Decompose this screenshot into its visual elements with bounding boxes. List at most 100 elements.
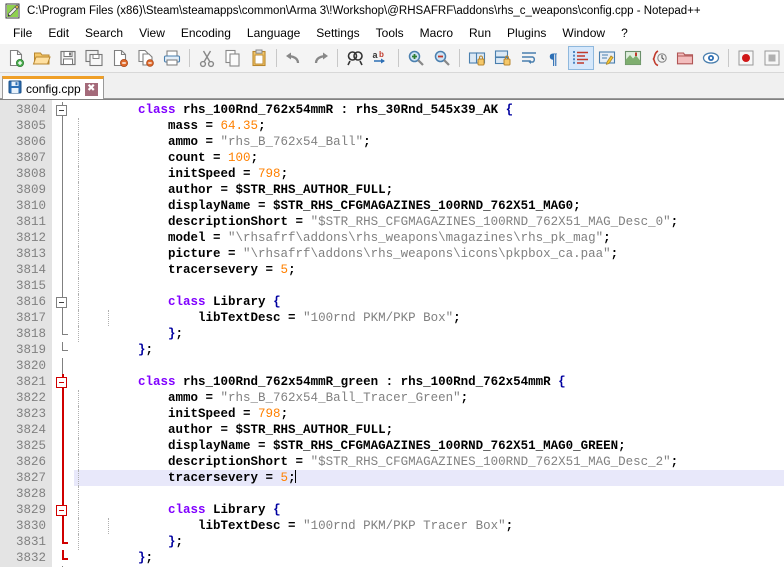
redo-button[interactable] [307,46,333,70]
menu-item-macro[interactable]: Macro [412,24,461,42]
fold-marker[interactable] [52,278,74,294]
code-line[interactable]: mass = 64.35; [74,118,784,134]
fold-marker[interactable] [52,102,74,118]
code-line[interactable] [74,358,784,374]
word-wrap-button[interactable] [516,46,542,70]
code-line[interactable]: }; [74,550,784,566]
code-line[interactable]: author = $STR_RHS_AUTHOR_FULL; [74,182,784,198]
menu-item-language[interactable]: Language [239,24,308,42]
close-document-button[interactable] [107,46,133,70]
open-file-button[interactable] [29,46,55,70]
menu-item-file[interactable]: File [5,24,40,42]
fold-marker[interactable] [52,390,74,406]
fold-collapse-box[interactable] [56,505,67,516]
fold-marker[interactable] [52,198,74,214]
monitoring-button[interactable] [698,46,724,70]
menu-item-[interactable]: ? [613,24,636,42]
code-line[interactable]: libTextDesc = "100rnd PKM/PKP Box"; [74,310,784,326]
fold-marker[interactable] [52,550,74,566]
print-button[interactable] [159,46,185,70]
fold-marker[interactable] [52,310,74,326]
fold-marker[interactable] [52,246,74,262]
code-line[interactable]: class rhs_100Rnd_762x54mmR_green : rhs_1… [74,374,784,390]
fold-marker[interactable] [52,230,74,246]
fold-marker[interactable] [52,294,74,310]
menu-item-encoding[interactable]: Encoding [173,24,239,42]
fold-marker[interactable] [52,534,74,550]
undo-button[interactable] [281,46,307,70]
code-line[interactable] [74,278,784,294]
new-file-button[interactable] [3,46,29,70]
code-line[interactable]: }; [74,342,784,358]
code-line[interactable]: initSpeed = 798; [74,166,784,182]
save-button[interactable] [55,46,81,70]
fold-marker[interactable] [52,214,74,230]
copy-button[interactable] [220,46,246,70]
fold-marker[interactable] [52,342,74,358]
code-line-current[interactable]: tracersevery = 5; [74,470,784,486]
code-line[interactable]: ammo = "rhs_B_762x54_Ball_Tracer_Green"; [74,390,784,406]
code-line[interactable]: class rhs_100Rnd_762x54mmR : rhs_30Rnd_5… [74,102,784,118]
function-list-button[interactable] [646,46,672,70]
fold-collapse-box[interactable] [56,297,67,308]
code-line[interactable]: count = 100; [74,150,784,166]
code-line[interactable]: displayName = $STR_RHS_CFGMAGAZINES_100R… [74,198,784,214]
replace-button[interactable]: ab [368,46,394,70]
code-line[interactable]: libTextDesc = "100rnd PKM/PKP Tracer Box… [74,518,784,534]
close-icon[interactable]: ✖ [84,82,98,96]
menu-item-edit[interactable]: Edit [40,24,77,42]
code-line[interactable]: }; [74,326,784,342]
zoom-out-button[interactable] [429,46,455,70]
fold-marker[interactable] [52,358,74,374]
menu-item-settings[interactable]: Settings [308,24,367,42]
fold-marker[interactable] [52,118,74,134]
code-line[interactable]: picture = "\rhsafrf\addons\rhs_weapons\i… [74,246,784,262]
editor-area[interactable]: 3804 3805 3806 3807 3808 3809 3810 3811 3812 3813… [0,99,784,567]
code-line[interactable]: initSpeed = 798; [74,406,784,422]
code-line[interactable]: ammo = "rhs_B_762x54_Ball"; [74,134,784,150]
fold-marker[interactable] [52,438,74,454]
code-line[interactable]: model = "\rhsafrf\addons\rhs_weapons\mag… [74,230,784,246]
fold-marker[interactable] [52,518,74,534]
code-text-area[interactable]: class rhs_100Rnd_762x54mmR : rhs_30Rnd_5… [74,100,784,567]
fold-marker[interactable] [52,374,74,390]
fold-marker[interactable] [52,166,74,182]
code-line[interactable]: class Library { [74,502,784,518]
show-all-characters-button[interactable]: ¶ [542,46,568,70]
fold-marker[interactable] [52,454,74,470]
code-line[interactable]: descriptionShort = "$STR_RHS_CFGMAGAZINE… [74,454,784,470]
code-line[interactable]: descriptionShort = "$STR_RHS_CFGMAGAZINE… [74,214,784,230]
sync-vertical-scroll-button[interactable] [464,46,490,70]
fold-marker[interactable] [52,422,74,438]
find-button[interactable] [342,46,368,70]
code-line[interactable]: class Library { [74,294,784,310]
code-line[interactable]: }; [74,534,784,550]
menu-item-run[interactable]: Run [461,24,499,42]
cut-button[interactable] [194,46,220,70]
fold-marker[interactable] [52,502,74,518]
fold-marker[interactable] [52,182,74,198]
menu-item-window[interactable]: Window [554,24,613,42]
fold-marker[interactable] [52,262,74,278]
menu-item-search[interactable]: Search [77,24,131,42]
fold-marker[interactable] [52,150,74,166]
zoom-in-button[interactable] [403,46,429,70]
menu-item-tools[interactable]: Tools [368,24,412,42]
fold-collapse-box[interactable] [56,377,67,388]
save-all-button[interactable] [81,46,107,70]
fold-marker[interactable] [52,470,74,486]
fold-marker[interactable] [52,406,74,422]
folder-as-workspace-button[interactable] [672,46,698,70]
record-macro-button[interactable] [733,46,759,70]
fold-marker[interactable] [52,326,74,342]
show-indent-guide-button[interactable] [568,46,594,70]
fold-marker[interactable] [52,134,74,150]
paste-button[interactable] [246,46,272,70]
menu-item-view[interactable]: View [131,24,173,42]
tab-config-cpp[interactable]: config.cpp ✖ [2,76,104,99]
user-defined-language-button[interactable] [594,46,620,70]
fold-marker[interactable] [52,486,74,502]
code-line[interactable]: author = $STR_RHS_AUTHOR_FULL; [74,422,784,438]
fold-collapse-box[interactable] [56,105,67,116]
menu-item-plugins[interactable]: Plugins [499,24,554,42]
